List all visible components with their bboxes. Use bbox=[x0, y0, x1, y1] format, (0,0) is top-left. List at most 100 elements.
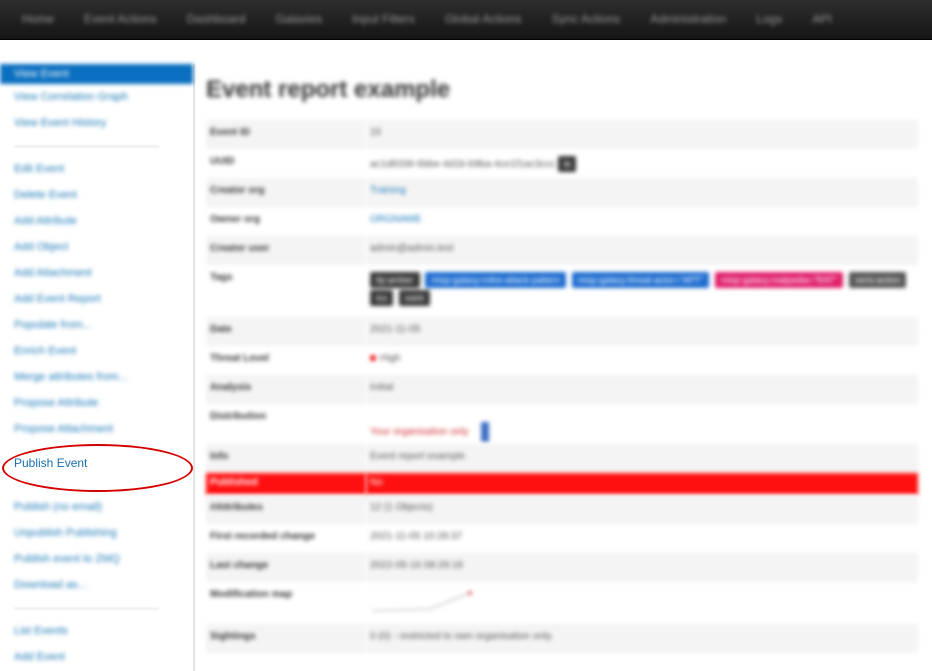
nav-dashboard[interactable]: Dashboard bbox=[187, 12, 246, 26]
nav-input-filters[interactable]: Input Filters bbox=[352, 12, 415, 26]
row-label: Tags bbox=[210, 272, 233, 283]
event-metadata-table: Event ID 15 UUID ac1d8336-6bbe-4d1b-b9ba… bbox=[206, 120, 918, 653]
table-row: Analysis Initial bbox=[206, 375, 918, 404]
tag[interactable]: ics bbox=[370, 290, 393, 306]
owner-org-link[interactable]: ORGNAME bbox=[366, 207, 918, 236]
attributes-value: 12 (1 Objects) bbox=[366, 495, 918, 524]
modification-map-value bbox=[366, 582, 918, 624]
row-label: First recorded change bbox=[210, 531, 316, 542]
sidebar-item-add-object[interactable]: Add Object bbox=[0, 234, 193, 260]
nav-api[interactable]: API bbox=[812, 12, 831, 26]
event-main: Event report example Event ID 15 UUID ac… bbox=[206, 70, 918, 653]
row-label: Analysis bbox=[206, 375, 366, 404]
nav-home[interactable]: Home bbox=[22, 12, 54, 26]
row-label: Modification map bbox=[210, 589, 293, 600]
sidebar-item-download-as[interactable]: Download as... bbox=[0, 572, 193, 598]
table-row: First recorded change 2021-11-05 10:28:3… bbox=[206, 524, 918, 553]
row-label: Info bbox=[206, 444, 366, 473]
copy-icon[interactable]: ⧉ bbox=[557, 156, 577, 172]
sightings-value: 0 (0) - restricted to own organisation o… bbox=[366, 624, 918, 653]
top-navbar: Home Event Actions Dashboard Galaxies In… bbox=[0, 0, 932, 40]
table-row: Creator org Training bbox=[206, 178, 918, 207]
sidebar-item-add-attribute[interactable]: Add Attribute bbox=[0, 208, 193, 234]
table-row: Event ID 15 bbox=[206, 120, 918, 149]
tag[interactable]: misp-galaxy:threat-actor="APT" bbox=[571, 272, 710, 288]
uuid-text: ac1d8336-6bbe-4d1b-b9ba-4ce1f1ac3ccc bbox=[370, 159, 556, 170]
sidebar-item-edit-event[interactable]: Edit Event bbox=[0, 156, 193, 182]
event-id-value: 15 bbox=[366, 120, 918, 149]
distribution-text: Your organisation only bbox=[370, 426, 469, 438]
tag[interactable]: misp-galaxy:mitre-attack-pattern bbox=[425, 272, 566, 288]
row-label: Owner org bbox=[210, 214, 261, 225]
sidebar-item-publish-zmq[interactable]: Publish event to ZMQ bbox=[0, 546, 193, 572]
sidebar-item-propose-attachment[interactable]: Propose Attachment bbox=[0, 416, 193, 442]
table-row: Modification map bbox=[206, 582, 918, 624]
table-row: Sightings 0 (0) - restricted to own orga… bbox=[206, 624, 918, 653]
table-row: Creator user admin@admin.test bbox=[206, 236, 918, 265]
row-label: Threat Level bbox=[210, 353, 269, 364]
sidebar-item-add-event-report[interactable]: Add Event Report bbox=[0, 286, 193, 312]
first-recorded-value: 2021-11-05 10:28:37 bbox=[370, 531, 463, 542]
row-label: Event ID bbox=[206, 120, 366, 149]
last-change-value: 2022-05-16 08:29:18 bbox=[366, 553, 918, 582]
row-label: Published bbox=[206, 473, 366, 495]
info-value: Event report example bbox=[366, 444, 918, 473]
sidebar-item-enrich-event[interactable]: Enrich Event bbox=[0, 338, 193, 364]
table-row: Distribution Your organisation only bbox=[206, 404, 918, 444]
row-label: UUID bbox=[210, 156, 235, 167]
row-label: Sightings bbox=[206, 624, 366, 653]
threat-level-value: High bbox=[366, 346, 918, 375]
table-row: Threat Level High bbox=[206, 346, 918, 375]
analysis-value: Initial bbox=[366, 375, 918, 404]
table-row: UUID ac1d8336-6bbe-4d1b-b9ba-4ce1f1ac3cc… bbox=[206, 149, 918, 178]
tag[interactable]: misp-galaxy:malpedia="RAT" bbox=[715, 272, 844, 288]
nav-galaxies[interactable]: Galaxies bbox=[275, 12, 322, 26]
threat-level-icon bbox=[370, 355, 376, 361]
tag[interactable]: osint bbox=[398, 290, 430, 306]
nav-global-actions[interactable]: Global Actions bbox=[445, 12, 522, 26]
sidebar-item-add-event[interactable]: Add Event bbox=[0, 644, 193, 670]
sidebar-item-list-events[interactable]: List Events bbox=[0, 618, 193, 644]
sidebar-item-merge-attributes[interactable]: Merge attributes from... bbox=[0, 364, 193, 390]
nav-sync-actions[interactable]: Sync Actions bbox=[552, 12, 621, 26]
row-label: #Attributes bbox=[206, 495, 366, 524]
sidebar-item-view-event[interactable]: View Event bbox=[0, 64, 193, 84]
threat-level-text: High bbox=[380, 353, 401, 364]
tag[interactable]: tlp:amber bbox=[370, 272, 420, 288]
publish-event-link[interactable]: Publish Event bbox=[14, 456, 87, 470]
row-label: Last change bbox=[206, 553, 366, 582]
nav-logs[interactable]: Logs bbox=[756, 12, 782, 26]
sidebar-divider bbox=[0, 598, 193, 618]
sidebar-item-propose-attribute[interactable]: Propose Attribute bbox=[0, 390, 193, 416]
row-label: Creator org bbox=[206, 178, 366, 207]
creator-org-link[interactable]: Training bbox=[366, 178, 918, 207]
nav-event-actions[interactable]: Event Actions bbox=[84, 12, 157, 26]
table-row: Owner org ORGNAME bbox=[206, 207, 918, 236]
distribution-value: Your organisation only bbox=[366, 404, 918, 444]
page-title: Event report example bbox=[206, 76, 451, 103]
table-row: Info Event report example bbox=[206, 444, 918, 473]
tag[interactable]: veris:action bbox=[848, 272, 907, 288]
row-label: Date bbox=[206, 317, 366, 346]
creator-user-value: admin@admin.test bbox=[366, 236, 918, 265]
modification-sparkline bbox=[371, 591, 472, 612]
distribution-graph-icon bbox=[481, 422, 490, 442]
sidebar-divider bbox=[0, 136, 193, 156]
sidebar-item-add-attachment[interactable]: Add Attachment bbox=[0, 260, 193, 286]
sidebar-item-unpublish[interactable]: Unpublish Publishing bbox=[0, 520, 193, 546]
date-value: 2021-11-05 bbox=[366, 317, 918, 346]
table-row: Date 2021-11-05 bbox=[206, 317, 918, 346]
table-row: Last change 2022-05-16 08:29:18 bbox=[206, 553, 918, 582]
sidebar-item-delete-event[interactable]: Delete Event bbox=[0, 182, 193, 208]
table-row: Tags tlp:amber misp-galaxy:mitre-attack-… bbox=[206, 265, 918, 317]
sidebar-item-correlation-graph[interactable]: View Correlation Graph bbox=[0, 84, 193, 110]
table-row: #Attributes 12 (1 Objects) bbox=[206, 495, 918, 524]
publish-event-highlight: Publish Event bbox=[0, 442, 193, 494]
sidebar-item-populate-from[interactable]: Populate from... bbox=[0, 312, 193, 338]
sidebar-item-publish-no-email[interactable]: Publish (no email) bbox=[0, 494, 193, 520]
tags-cell: tlp:amber misp-galaxy:mitre-attack-patte… bbox=[366, 265, 918, 317]
published-row: Published No bbox=[206, 473, 918, 495]
nav-administration[interactable]: Administration bbox=[650, 12, 726, 26]
sidebar-item-event-history[interactable]: View Event History bbox=[0, 110, 193, 136]
published-value: No bbox=[366, 473, 918, 495]
